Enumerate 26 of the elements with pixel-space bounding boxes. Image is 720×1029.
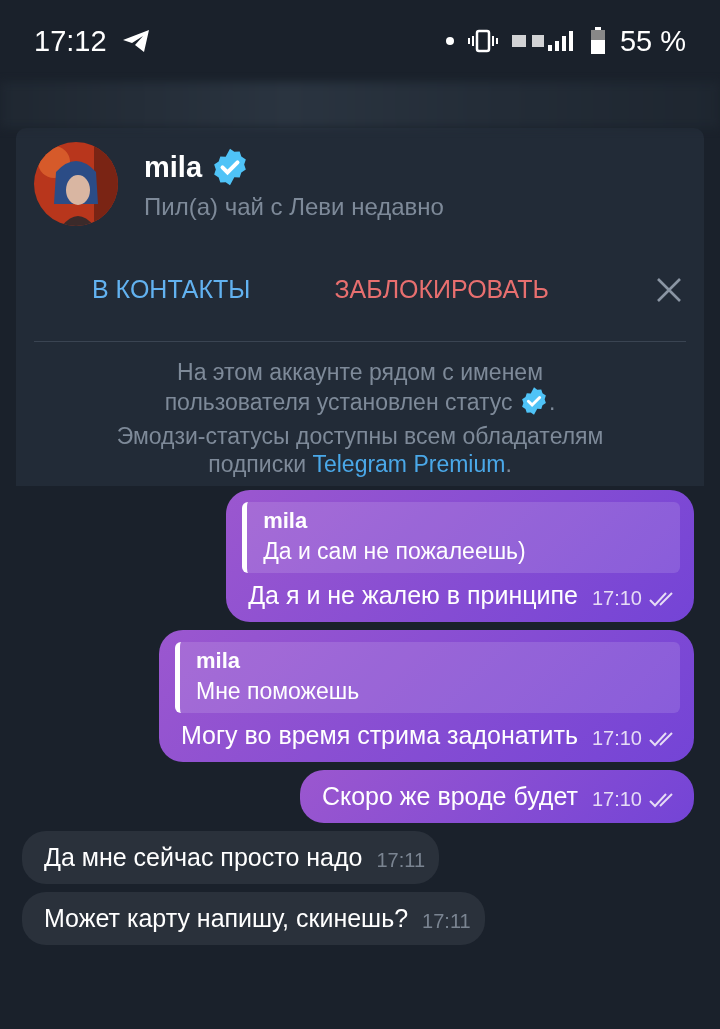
message-text: Может карту напишу, скинешь? bbox=[44, 904, 409, 933]
message-time: 17:10 bbox=[591, 727, 642, 750]
message-time: 17:11 bbox=[422, 910, 471, 933]
add-contact-button[interactable]: В КОНТАКТЫ bbox=[92, 267, 251, 312]
battery-icon bbox=[589, 27, 606, 55]
signal-icon bbox=[511, 29, 576, 53]
telegram-premium-link[interactable]: Telegram Premium bbox=[312, 451, 506, 477]
last-seen-status: Пил(а) чай с Леви недавно bbox=[144, 193, 444, 221]
message-text: Могу во время стрима задонатить bbox=[181, 721, 578, 750]
message-time: 17:10 bbox=[591, 788, 642, 811]
emoji-status-notice: На этом аккаунте рядом с именем пользователя установлен статус . Эмодзи-статусы доступны всем обладателям подписки Telegram Premium. bbox=[115, 358, 605, 479]
quote-text: Да и сам не пожалеешь) bbox=[263, 538, 527, 565]
message-text: Скоро же вроде будет bbox=[321, 782, 578, 811]
message-text: Да мне сейчас просто надо bbox=[44, 843, 363, 872]
dot-icon bbox=[445, 37, 454, 45]
battery-percent: 55 % bbox=[619, 24, 686, 58]
quote-author: mila bbox=[196, 648, 241, 674]
block-button[interactable]: ЗАБЛОКИРОВАТЬ bbox=[334, 267, 549, 312]
clock-time: 17:12 bbox=[34, 24, 107, 58]
contact-name: mila bbox=[144, 150, 203, 184]
quote-text: Мне поможешь bbox=[196, 678, 361, 705]
vibrate-icon bbox=[467, 29, 498, 53]
message-time: 17:10 bbox=[591, 587, 642, 610]
quote-author: mila bbox=[263, 508, 309, 534]
message-time: 17:11 bbox=[376, 849, 425, 872]
message-text: Да я и не жалею в принципе bbox=[248, 581, 578, 610]
